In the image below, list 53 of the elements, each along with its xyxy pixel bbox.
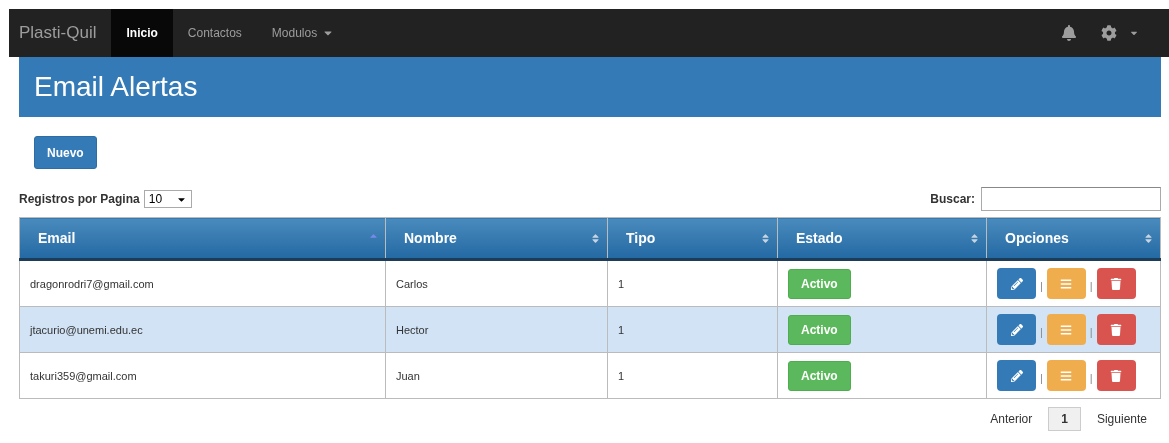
settings-icon[interactable] [1101,25,1117,41]
separator: | [1089,371,1093,384]
column-header[interactable]: Email [19,217,386,260]
next-link[interactable]: Siguiente [1096,412,1147,426]
email-cell: jtacurio@unemi.edu.ec [19,306,386,353]
separator: | [1040,279,1043,292]
search-field[interactable] [981,187,1161,211]
email-cell: dragonrodri7@gmail.com [19,259,386,307]
list-icon [1060,369,1073,382]
bell-icon[interactable] [1061,25,1077,41]
trash-icon [1110,323,1123,336]
edit-button[interactable] [997,314,1036,345]
list-icon [1060,323,1073,336]
separator: | [1040,325,1043,338]
edit-button[interactable] [997,268,1036,299]
separator: | [1040,371,1043,384]
separator: | [1089,325,1093,338]
page-link[interactable]: 1 [1048,407,1081,431]
column-header[interactable]: Tipo [607,217,778,260]
edit-button[interactable] [997,360,1036,391]
delete-button[interactable] [1096,314,1136,345]
status-badge: Activo [788,360,851,391]
search-label: Buscar: [930,192,975,206]
list-icon [1060,277,1073,290]
name-cell: Carlos [385,259,608,307]
delete-button[interactable] [1096,360,1136,391]
status-badge: Activo [788,314,851,345]
delete-button[interactable] [1096,268,1136,299]
nav-item[interactable]: Inicio [111,9,173,57]
email-cell: takuri359@gmail.com [19,352,386,399]
name-cell: Hector [385,306,608,353]
separator: | [1089,279,1093,292]
page-size-label: Registros por Pagina [19,192,140,206]
page-size-select[interactable]: 10 [143,190,193,208]
name-cell: Juan [385,352,608,399]
status-badge: Activo [788,268,851,299]
column-header[interactable]: Nombre [385,217,608,260]
type-cell: 1 [607,352,778,399]
column-header[interactable]: Estado [777,217,987,260]
trash-icon [1110,369,1123,382]
column-header[interactable]: Opciones [986,217,1161,260]
pencil-icon [1010,369,1023,382]
nav-item[interactable]: Modulos [256,9,350,57]
pencil-icon [1010,277,1023,290]
page-title: Email Alertas [34,71,198,103]
new-button[interactable]: Nuevo [34,136,97,169]
brand-name[interactable]: Plasti-Quil [9,9,112,57]
type-cell: 1 [607,259,778,307]
nav-item[interactable]: Contactos [172,9,257,57]
trash-icon [1110,277,1123,290]
pencil-icon [1010,323,1023,336]
previous-link[interactable]: Anterior [990,412,1033,426]
type-cell: 1 [607,306,778,353]
